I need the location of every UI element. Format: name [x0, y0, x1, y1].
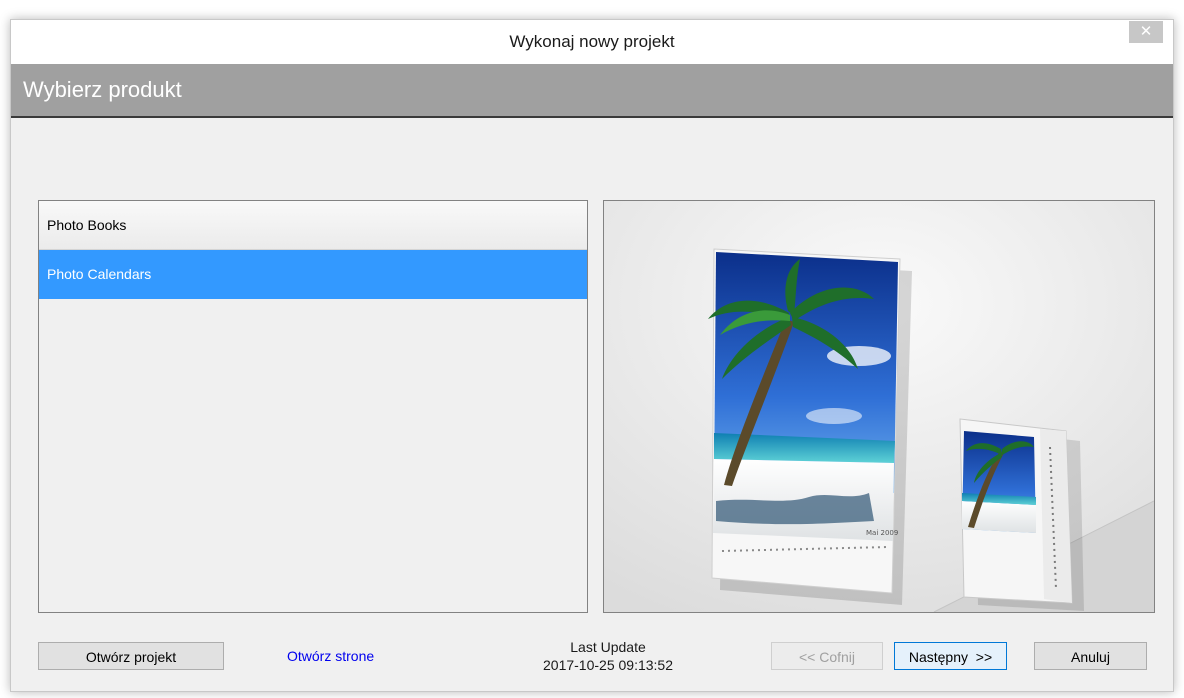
open-project-button[interactable]: Otwórz projekt — [38, 642, 224, 670]
list-item-photo-books[interactable]: Photo Books — [39, 201, 587, 250]
calendar-month-label: Mai 2009 — [866, 529, 898, 537]
product-list[interactable]: Photo Books Photo Calendars — [38, 200, 588, 613]
cancel-button[interactable]: Anuluj — [1034, 642, 1147, 670]
last-update-label: Last Update — [570, 639, 646, 655]
window-title: Wykonaj nowy projekt — [509, 32, 675, 51]
open-site-link[interactable]: Otwórz strone — [287, 648, 374, 664]
next-button[interactable]: Następny >> — [894, 642, 1007, 670]
dialog-window: Wykonaj nowy projekt ✕ Wybierz produkt P… — [10, 19, 1174, 692]
calendar-preview-image: Mai 2009 — [604, 201, 1154, 612]
back-button[interactable]: << Cofnij — [771, 642, 883, 670]
title-bar[interactable]: Wykonaj nowy projekt ✕ — [11, 20, 1173, 64]
last-update-value: 2017-10-25 09:13:52 — [543, 657, 673, 673]
step-header: Wybierz produkt — [11, 64, 1173, 118]
product-preview: Mai 2009 — [603, 200, 1155, 613]
step-title: Wybierz produkt — [23, 77, 182, 102]
list-item-photo-calendars[interactable]: Photo Calendars — [39, 250, 587, 299]
close-icon[interactable]: ✕ — [1129, 21, 1163, 43]
